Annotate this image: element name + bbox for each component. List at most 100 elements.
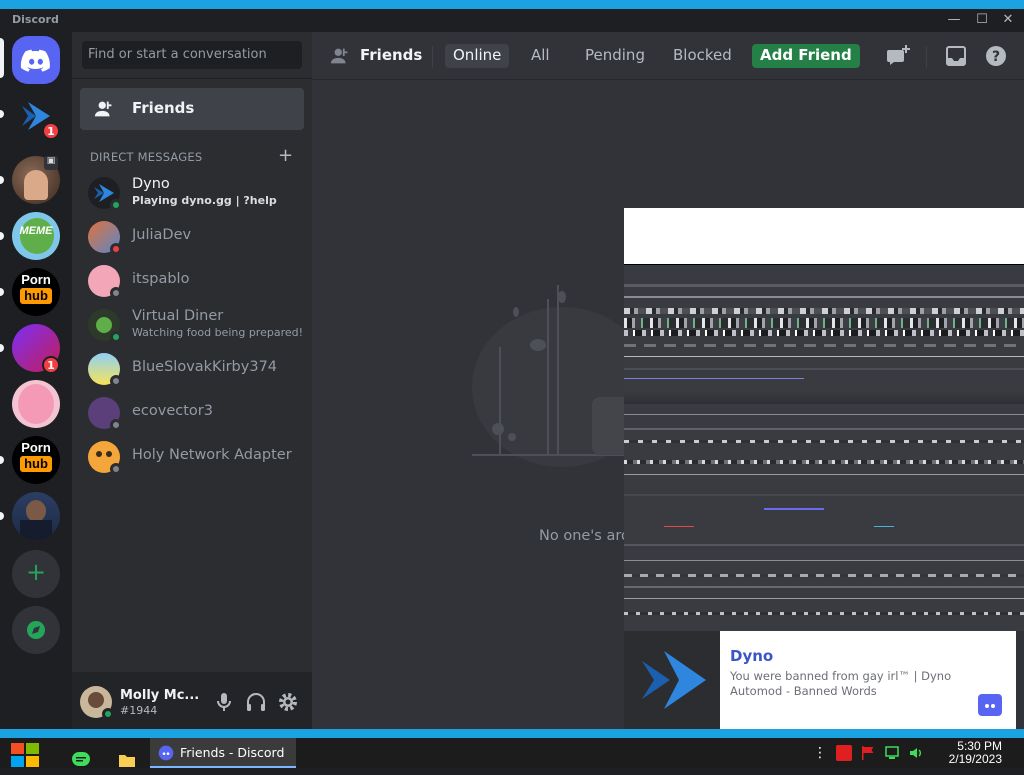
dm-name: itspablo xyxy=(132,271,190,287)
friends-nav-item[interactable]: Friends xyxy=(80,88,304,130)
taskbar-discord-button[interactable]: Friends - Discord xyxy=(150,738,296,768)
glitch-white-block xyxy=(624,208,1024,265)
close-button[interactable]: ✕ xyxy=(998,12,1018,27)
server-rail: 1 ▣ MEME Porn hub 1 Porn hub + xyxy=(0,32,72,740)
page-title: Friends xyxy=(360,46,423,64)
tab-all[interactable]: All xyxy=(523,44,558,68)
dm-name: JuliaDev xyxy=(132,227,192,243)
toast-notification[interactable]: Dyno You were banned from gay irl™ | Dyn… xyxy=(624,631,1016,729)
server-meme[interactable]: MEME xyxy=(12,212,60,260)
dm-activity: Watching food being prepared! xyxy=(132,326,304,339)
dm-item-itspablo[interactable]: itspablo xyxy=(80,260,304,302)
tab-blocked[interactable]: Blocked xyxy=(665,44,740,68)
unread-pill xyxy=(0,344,4,352)
more-icons-icon[interactable]: ⋮ xyxy=(812,745,828,761)
empty-state-text: No one's aro xyxy=(539,528,630,544)
divider xyxy=(926,46,927,68)
friends-icon xyxy=(94,101,112,117)
tab-pending[interactable]: Pending xyxy=(577,44,653,68)
dm-name: Virtual Diner xyxy=(132,308,224,324)
create-dm-button[interactable]: + xyxy=(278,145,293,166)
dm-activity: Playing dyno.gg | ?help xyxy=(132,194,277,207)
window-titlebar: Discord — ☐ ✕ xyxy=(0,0,1024,32)
system-clock[interactable]: 5:30 PM 2/19/2023 xyxy=(949,740,1002,766)
add-friend-button[interactable]: Add Friend xyxy=(752,44,860,68)
status-offline-icon xyxy=(110,419,122,431)
dm-item-blueslovakkirby374[interactable]: BlueSlovakKirby374 xyxy=(80,348,304,390)
top-stripe xyxy=(0,0,1024,9)
server-portrait[interactable] xyxy=(12,492,60,540)
server-text-2[interactable]: Porn hub xyxy=(12,436,60,484)
server-text-tag: hub xyxy=(20,456,52,472)
user-panel: Molly Mc... #1944 xyxy=(72,672,312,732)
dm-sidebar: Find or start a conversation Friends DIR… xyxy=(72,32,312,740)
dm-item-juliadev[interactable]: JuliaDev xyxy=(80,216,304,258)
portrait-body xyxy=(20,520,52,540)
diner-icon xyxy=(96,317,112,333)
add-server-button[interactable]: + xyxy=(12,550,60,598)
discord-logo-icon xyxy=(978,694,1002,716)
minimize-button[interactable]: — xyxy=(944,12,964,27)
home-button[interactable] xyxy=(12,36,60,84)
maximize-button[interactable]: ☐ xyxy=(972,12,992,27)
eye-icon xyxy=(96,451,102,457)
dm-name: ecovector3 xyxy=(132,403,213,419)
mention-badge: 1 xyxy=(42,356,60,374)
glitch-artifact-overlay xyxy=(624,264,1024,631)
dm-item-dyno[interactable]: Dyno Playing dyno.gg | ?help xyxy=(80,172,304,214)
server-anime[interactable] xyxy=(12,380,60,428)
settings-gear-icon[interactable] xyxy=(276,690,300,714)
status-offline-icon xyxy=(110,375,122,387)
divider xyxy=(72,78,312,79)
portrait-head xyxy=(26,500,46,522)
tab-online[interactable]: Online xyxy=(445,44,510,68)
new-group-dm-icon[interactable] xyxy=(886,44,910,68)
dm-item-holy-network-adapter[interactable]: Holy Network Adapter xyxy=(80,436,304,478)
dm-name: Holy Network Adapter xyxy=(132,447,292,463)
taskbar: Friends - Discord ⋮ 5:30 PM 2/19/2023 xyxy=(0,738,1024,768)
unread-pill xyxy=(0,288,4,296)
divider xyxy=(432,46,433,68)
taskbar-task-label: Friends - Discord xyxy=(180,745,285,760)
dm-item-ecovector3[interactable]: ecovector3 xyxy=(80,392,304,434)
windows-start-icon[interactable] xyxy=(8,740,42,770)
toast-title: Dyno xyxy=(730,647,774,665)
headphones-icon[interactable] xyxy=(244,690,268,714)
network-icon[interactable] xyxy=(884,745,900,761)
microphone-icon[interactable] xyxy=(212,690,236,714)
dm-header: DIRECT MESSAGES xyxy=(90,150,203,164)
avatar-face xyxy=(88,692,104,708)
event-icon: ▣ xyxy=(44,156,58,170)
discord-logo-icon xyxy=(158,745,174,761)
eye-icon xyxy=(106,451,112,457)
help-icon[interactable]: ? xyxy=(984,44,1008,68)
meme-label: MEME xyxy=(19,225,53,237)
app-title: Discord xyxy=(12,13,59,26)
friends-icon xyxy=(330,48,348,64)
plus-icon: + xyxy=(25,558,47,586)
dyno-logo-icon xyxy=(642,651,706,709)
server-text-line1: Porn xyxy=(21,440,51,455)
discord-logo-icon xyxy=(20,49,50,72)
explore-button[interactable] xyxy=(12,606,60,654)
dm-name: BlueSlovakKirby374 xyxy=(132,359,278,375)
username: Molly Mc... xyxy=(120,688,200,703)
inbox-icon[interactable] xyxy=(944,44,968,68)
search-input[interactable]: Find or start a conversation xyxy=(82,41,302,69)
unread-pill xyxy=(0,456,4,464)
taskbar-stripe xyxy=(0,729,1024,738)
user-tag: #1944 xyxy=(120,704,158,717)
chat-app-icon[interactable] xyxy=(72,745,90,775)
flag-icon[interactable] xyxy=(860,745,876,761)
friends-label: Friends xyxy=(132,99,195,117)
volume-icon[interactable] xyxy=(908,745,924,761)
server-text-1[interactable]: Porn hub xyxy=(12,268,60,316)
status-online-icon xyxy=(102,708,114,720)
status-offline-icon xyxy=(110,287,122,299)
tray-app-icon[interactable] xyxy=(836,745,852,761)
dm-item-virtual-diner[interactable]: Virtual Diner Watching food being prepar… xyxy=(80,304,304,346)
status-online-icon xyxy=(110,331,122,343)
svg-text:?: ? xyxy=(992,49,1000,65)
unread-pill xyxy=(0,232,4,240)
file-explorer-icon[interactable] xyxy=(118,745,136,775)
